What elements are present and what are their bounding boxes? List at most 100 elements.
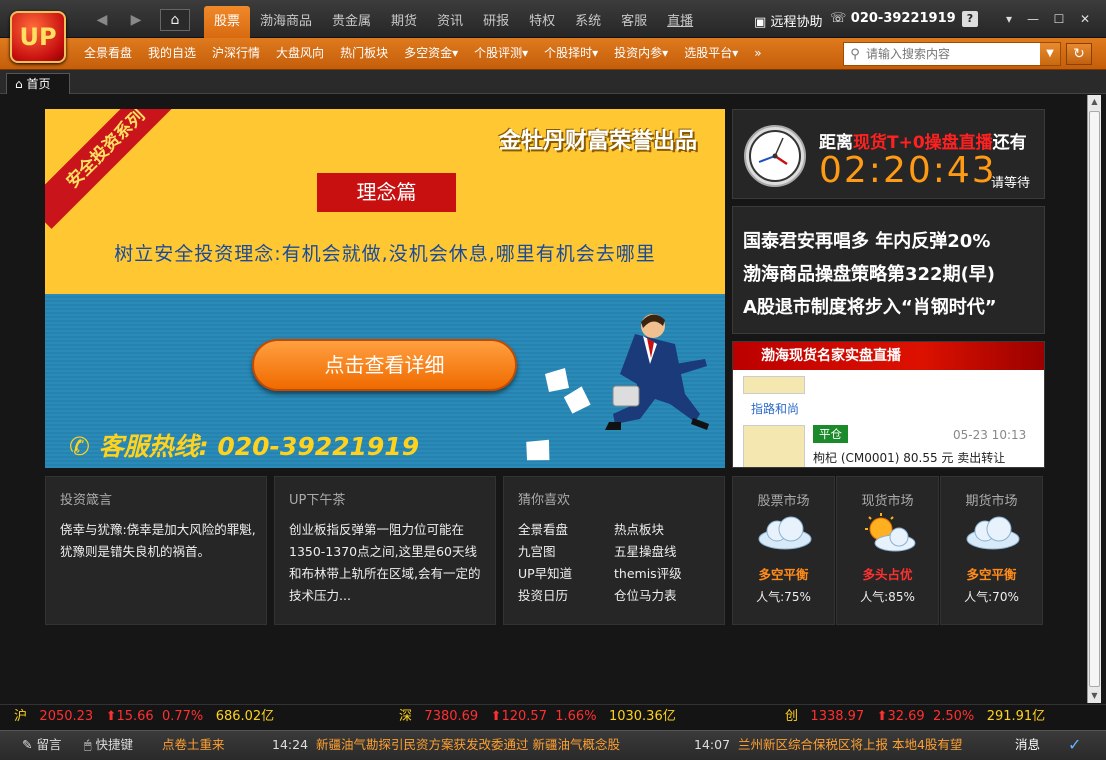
scroll-thumb[interactable] xyxy=(1089,111,1100,687)
list-item[interactable]: 全景看盘 xyxy=(518,519,572,541)
app-window: ◀ ▶ ⌂ 股票 渤海商品 贵金属 期货 资讯 研报 特权 系统 客服 直播 ▣… xyxy=(0,0,1106,760)
index-label: 深 xyxy=(399,709,413,724)
headset-icon: ☏ xyxy=(830,11,847,26)
mouse-icon: 🖱 xyxy=(84,737,92,752)
running-businessman-icon xyxy=(526,314,709,461)
countdown-wait: 请等待 xyxy=(991,176,1031,191)
news-scroll-item[interactable]: 点卷土重来 xyxy=(162,731,225,759)
phone-icon: ✆ xyxy=(69,432,90,461)
tab-home-page[interactable]: ⌂ 首页 xyxy=(6,73,70,94)
tab-system[interactable]: 系统 xyxy=(565,6,611,38)
avatar[interactable] xyxy=(743,376,805,394)
maximize-icon[interactable]: ☐ xyxy=(1048,10,1070,28)
banner-concept-label: 理念篇 xyxy=(317,173,456,212)
remote-help-button[interactable]: ▣ 远程协助 xyxy=(754,11,822,30)
subnav-sh-sz-quotes[interactable]: 沪深行情 xyxy=(204,38,268,70)
avatar[interactable] xyxy=(743,425,805,467)
list-item[interactable]: 五星操盘线 xyxy=(614,541,682,563)
subnav-capital-flow[interactable]: 多空资金▾ xyxy=(396,38,466,70)
index-pct: 2.50% xyxy=(932,709,975,724)
tab-bohai-commodities[interactable]: 渤海商品 xyxy=(250,6,322,38)
connection-status-icon[interactable]: ✓ xyxy=(1068,731,1081,759)
home-button[interactable]: ⌂ xyxy=(160,9,190,31)
position-tag-badge: 平仓 xyxy=(813,425,848,443)
subnav-market-direction[interactable]: 大盘风向 xyxy=(268,38,332,70)
headline-link[interactable]: 国泰君安再唱多 年内反弹20% xyxy=(743,227,990,253)
ticker-shanghai[interactable]: 沪 2050.23 ⬆15.66 0.77% 686.02亿 xyxy=(14,705,274,729)
tab-privileges[interactable]: 特权 xyxy=(519,6,565,38)
subnav-hot-sectors[interactable]: 热门板块 xyxy=(332,38,396,70)
news-button[interactable]: 消息 xyxy=(1015,731,1040,759)
ticker-chinext[interactable]: 创 1338.97 ⬆32.69 2.50% 291.91亿 xyxy=(785,705,1045,729)
scroll-down-icon[interactable]: ▼ xyxy=(1088,689,1101,703)
search-dropdown-icon[interactable]: ▼ xyxy=(1040,43,1060,65)
message-button[interactable]: ✎ 留言 xyxy=(22,731,61,759)
menu-dropdown-icon[interactable]: ▾ xyxy=(998,10,1020,28)
tab-customer-service[interactable]: 客服 xyxy=(611,6,657,38)
forward-arrow-icon[interactable]: ▶ xyxy=(124,10,148,30)
futures-market-sentiment[interactable]: 期货市场 多空平衡 人气:70% xyxy=(940,476,1043,625)
back-arrow-icon[interactable]: ◀ xyxy=(90,10,114,30)
list-item[interactable]: 投资日历 xyxy=(518,585,572,607)
cloudy-icon xyxy=(966,516,1020,550)
headline-link[interactable]: 渤海商品操盘策略第322期(早) xyxy=(743,260,995,286)
refresh-button[interactable]: ↻ xyxy=(1066,43,1092,65)
panel-title: 猜你喜欢 xyxy=(518,493,571,508)
list-item[interactable]: UP早知道 xyxy=(518,563,572,585)
news-scroll-item[interactable]: 14:24 新疆油气勘探引民资方案获发改委通过 新疆油气概念股 xyxy=(272,731,620,759)
search-input[interactable] xyxy=(866,44,1036,64)
headline-link[interactable]: A股退市制度将步入“肖钢时代” xyxy=(743,293,997,319)
list-item[interactable]: 九宫图 xyxy=(518,541,572,563)
spot-market-sentiment[interactable]: 现货市场 多头占优 人气:85% xyxy=(836,476,939,625)
list-item[interactable]: 仓位马力表 xyxy=(614,585,682,607)
clock-icon xyxy=(744,125,806,187)
home-icon: ⌂ xyxy=(15,77,23,91)
vertical-scrollbar[interactable]: ▲ ▼ xyxy=(1087,95,1101,703)
refresh-icon: ↻ xyxy=(1073,46,1085,62)
index-ticker: 沪 2050.23 ⬆15.66 0.77% 686.02亿 深 7380.69… xyxy=(0,704,1106,730)
subnav-more[interactable]: » xyxy=(746,38,769,70)
ticker-shenzhen[interactable]: 深 7380.69 ⬆120.57 1.66% 1030.36亿 xyxy=(399,705,676,729)
stock-market-sentiment[interactable]: 股票市场 多空平衡 人气:75% xyxy=(732,476,835,625)
subnav-stock-timing[interactable]: 个股择时▾ xyxy=(536,38,606,70)
tab-news[interactable]: 资讯 xyxy=(427,6,473,38)
list-item[interactable]: 热点板块 xyxy=(614,519,682,541)
subnav-panorama[interactable]: 全景看盘 xyxy=(76,38,140,70)
minimize-icon[interactable]: — xyxy=(1022,10,1044,28)
tab-futures[interactable]: 期货 xyxy=(381,6,427,38)
view-detail-button[interactable]: 点击查看详细 xyxy=(252,339,517,391)
remote-help-label: 远程协助 xyxy=(770,15,823,30)
subnav-stock-picker[interactable]: 选股平台▾ xyxy=(676,38,746,70)
news-scroll-item[interactable]: 14:07 兰州新区综合保税区将上报 本地4股有望 xyxy=(694,731,962,759)
search-box: ⚲ ▼ xyxy=(843,42,1061,66)
tab-precious-metals[interactable]: 贵金属 xyxy=(322,6,381,38)
market-state: 多头占优 xyxy=(862,567,913,582)
index-value: 7380.69 xyxy=(424,709,479,724)
subnav-stock-rating[interactable]: 个股评测▾ xyxy=(466,38,536,70)
live-entry-text[interactable]: 枸杞 (CM0001) 80.55 元 卖出转让 xyxy=(813,449,1005,466)
countdown-panel[interactable]: 距离现货T+0操盘直播还有 02:20:43 请等待 xyxy=(732,109,1045,199)
tab-research[interactable]: 研报 xyxy=(473,6,519,38)
market-popularity: 人气:70% xyxy=(964,590,1019,604)
scroll-up-icon[interactable]: ▲ xyxy=(1088,95,1101,109)
help-button[interactable]: ? xyxy=(962,11,978,27)
index-value: 1338.97 xyxy=(810,709,865,724)
close-icon[interactable]: ✕ xyxy=(1074,10,1096,28)
tab-live[interactable]: 直播 xyxy=(657,6,703,38)
tab-stocks[interactable]: 股票 xyxy=(204,6,251,38)
news-time: 14:07 xyxy=(694,737,731,752)
headline-panel: 国泰君安再唱多 年内反弹20% 渤海商品操盘策略第322期(早) A股退市制度将… xyxy=(732,206,1045,334)
subnav-watchlist[interactable]: 我的自选 xyxy=(140,38,204,70)
sunny-cloudy-icon xyxy=(865,513,916,552)
live-panel-title[interactable]: 渤海现货名家实盘直播 xyxy=(733,342,1044,370)
up-logo: UP xyxy=(10,11,66,63)
promo-banner[interactable]: 安全投资系列 金牡丹财富荣誉出品 理念篇 树立安全投资理念:有机会就做,没机会休… xyxy=(45,109,725,468)
list-item[interactable]: themis评级 xyxy=(614,563,682,585)
subnav-investment-ref[interactable]: 投资内参▾ xyxy=(606,38,676,70)
banner-brand: 金牡丹财富荣誉出品 xyxy=(498,129,697,154)
shortcut-button[interactable]: 🖱 快捷键 xyxy=(84,731,133,759)
tea-text[interactable]: 创业板指反弹第一阻力位可能在1350-1370点之间,这里是60天线和布林带上轨… xyxy=(289,519,487,607)
main-tabs: 股票 渤海商品 贵金属 期货 资讯 研报 特权 系统 客服 直播 xyxy=(204,6,703,38)
live-author[interactable]: 指路和尚 xyxy=(751,400,799,417)
page-tab-strip: ⌂ 首页 xyxy=(0,70,1106,94)
